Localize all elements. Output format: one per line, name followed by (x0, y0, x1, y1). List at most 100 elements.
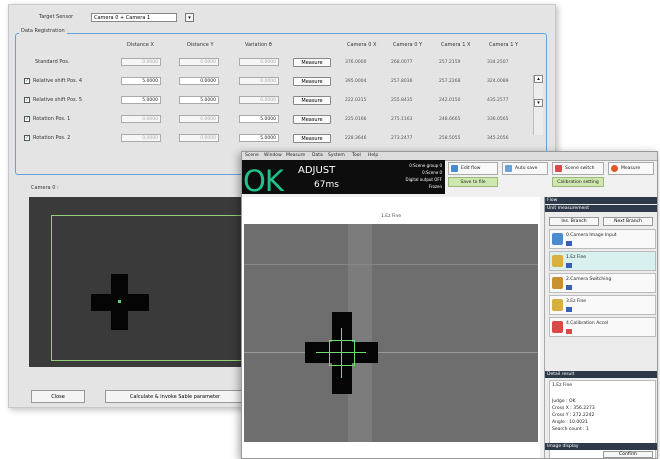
distance-x-field[interactable]: 5.0000 (121, 96, 161, 104)
menu-item[interactable]: Help (368, 153, 378, 158)
distance-y-field[interactable]: 0.0000 (179, 77, 219, 85)
menu-item[interactable]: Tool (352, 153, 361, 158)
target-sensor-label: Target Sensor (39, 14, 74, 20)
next-branch-button[interactable]: Next Branch (603, 217, 653, 226)
measure-button[interactable]: Measure (293, 77, 331, 86)
close-button[interactable]: Close (31, 390, 85, 403)
menu-item[interactable]: System (328, 153, 345, 158)
col-header: Variation θ (245, 42, 272, 48)
scroll-down-icon[interactable]: ▾ (534, 99, 543, 107)
variation-field[interactable]: 0.0000 (239, 77, 279, 85)
unit-label: 1.Ez Fine (566, 255, 587, 260)
measure-button[interactable]: Measure (608, 162, 654, 175)
search-icon (552, 255, 563, 267)
frozen-info: Frozen (428, 184, 442, 189)
value-cell: 345.2056 (487, 136, 509, 141)
mode-label: ADJUST (298, 165, 336, 176)
measure-button[interactable]: Measure (293, 58, 331, 67)
detail-line: Cross Y : 272.2242 (552, 413, 595, 418)
edit-flow-label: Edit flow (461, 166, 481, 171)
scene-switch-button[interactable]: Scene switch (552, 162, 604, 175)
stop-icon (611, 165, 618, 172)
row-checkbox[interactable]: ✓ (24, 135, 30, 141)
row-checkbox[interactable]: ✓ (24, 97, 30, 103)
unit-measurement-header: Unit measurement (545, 205, 657, 212)
distance-x-field[interactable]: 0.0000 (121, 134, 161, 142)
variation-field[interactable]: 5.0000 (239, 134, 279, 142)
detail-title: 1.Ez Fine (552, 383, 573, 388)
output-info: Digital output OFF (405, 177, 442, 182)
unit-label: 2.Camera Switching (566, 277, 612, 282)
save-icon (505, 165, 512, 172)
variation-field[interactable]: 0.0000 (239, 58, 279, 66)
calibration-icon (552, 321, 563, 333)
unit-label: 0.Camera Image Input (566, 233, 617, 238)
row-checkbox[interactable]: ✓ (24, 78, 30, 84)
row-label: Rotation Pos. 1 (33, 116, 71, 122)
flow-icon (451, 165, 458, 172)
unit-label: 3.Ez Fine (566, 299, 587, 304)
distance-x-field[interactable]: 0.0000 (121, 115, 161, 123)
value-cell: 222.0215 (345, 98, 367, 103)
row-checkbox[interactable]: ✓ (24, 116, 30, 122)
row-label: Relative shift Pos. 4 (33, 78, 82, 84)
measure-button[interactable]: Measure (293, 96, 331, 105)
measure-button[interactable]: Measure (293, 115, 331, 124)
data-registration-label: Data Registration (19, 28, 67, 34)
detail-line: Search count : 1 (552, 427, 589, 432)
target-sensor-select[interactable]: Camera 0 + Camera 1 (91, 13, 177, 22)
value-cell: 258.5055 (439, 136, 461, 141)
value-cell: 395.0004 (345, 79, 367, 84)
unit-label: 4.Calibration Accel (566, 321, 609, 326)
camera-label: Camera 0 : (31, 185, 59, 191)
search-icon (552, 299, 563, 311)
measure-button[interactable]: Measure (293, 134, 331, 143)
detail-line: Judge : OK (552, 399, 576, 404)
unit-status-icon (566, 263, 572, 268)
menu-item[interactable]: Data (312, 153, 323, 158)
calibration-setting-button[interactable]: Calibration setting (552, 177, 604, 187)
confirm-button[interactable]: Confirm (603, 451, 653, 458)
crosshair-icon (316, 352, 366, 353)
detail-line: Cross X : 356.2273 (552, 406, 595, 411)
image-display-header: Image display (545, 443, 657, 450)
value-cell: 242.0150 (439, 98, 461, 103)
flow-unit[interactable]: 0.Camera Image Input (549, 229, 656, 249)
flow-unit[interactable]: 3.Ez Fine (549, 295, 656, 315)
distance-y-field[interactable]: 0.0000 (179, 58, 219, 66)
camera-image (244, 224, 538, 442)
distance-x-field[interactable]: 5.0000 (121, 77, 161, 85)
variation-field[interactable]: 0.0000 (239, 96, 279, 104)
value-cell: 257.2159 (439, 60, 461, 65)
value-cell: 255.8435 (391, 98, 413, 103)
menu-item[interactable]: Scene (245, 153, 259, 158)
distance-y-field[interactable]: 0.0000 (179, 115, 219, 123)
menu-item[interactable]: Measure (286, 153, 305, 158)
value-cell: 228.3646 (345, 136, 367, 141)
variation-field[interactable]: 5.0000 (239, 115, 279, 123)
chevron-down-icon[interactable]: ▾ (185, 13, 194, 22)
edit-flow-button[interactable]: Edit flow (448, 162, 498, 175)
flow-unit[interactable]: 2.Camera Switching (549, 273, 656, 293)
menu-item[interactable]: Window (264, 153, 282, 158)
value-cell: 257.2268 (439, 79, 461, 84)
flow-unit[interactable]: 1.Ez Fine (549, 251, 656, 271)
value-cell: 324.0089 (487, 79, 509, 84)
distance-y-field[interactable]: 5.0000 (179, 96, 219, 104)
flow-unit[interactable]: 4.Calibration Accel (549, 317, 656, 337)
calculate-button[interactable]: Calculate & invoke Sable parameter (105, 390, 245, 403)
unit-status-icon (566, 241, 572, 246)
row-label: Relative shift Pos. 5 (33, 97, 82, 103)
value-cell: 336.0565 (487, 117, 509, 122)
value-cell: 225.0166 (345, 117, 367, 122)
table-scrollbar[interactable]: ▴ ▾ (533, 75, 543, 135)
scroll-up-icon[interactable]: ▴ (534, 75, 543, 83)
save-to-file-button[interactable]: Save to file (448, 177, 498, 187)
distance-x-field[interactable]: 0.0000 (121, 58, 161, 66)
distance-y-field[interactable]: 0.0000 (179, 134, 219, 142)
prev-branch-button[interactable]: Ins. Branch (549, 217, 599, 226)
auto-save-label: Auto save (515, 166, 538, 171)
detail-line: Angle : 10.0021 (552, 420, 588, 425)
auto-save-button[interactable]: Auto save (502, 162, 548, 175)
status-header: OK ADJUST 67ms 0:Scene group 0 0:Scene 0… (242, 160, 445, 196)
